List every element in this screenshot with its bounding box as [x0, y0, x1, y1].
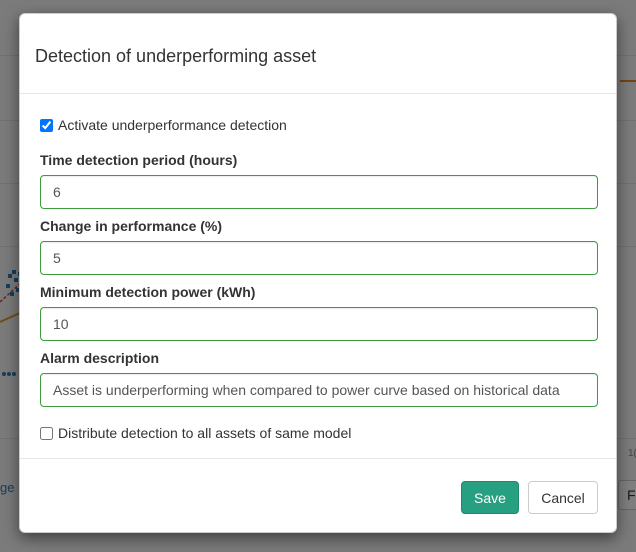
modal-header: Detection of underperforming asset	[20, 14, 616, 94]
activate-detection-checkbox-row[interactable]: Activate underperformance detection	[40, 117, 596, 133]
performance-change-label: Change in performance (%)	[40, 218, 223, 234]
modal-title: Detection of underperforming asset	[35, 46, 317, 66]
activate-detection-label: Activate underperformance detection	[58, 117, 287, 133]
distribute-detection-label: Distribute detection to all assets of sa…	[58, 425, 352, 441]
underperformance-modal: Detection of underperforming asset Activ…	[19, 13, 617, 533]
time-period-label: Time detection period (hours)	[40, 152, 238, 168]
modal-body: Activate underperformance detection Time…	[20, 117, 616, 441]
min-power-input[interactable]	[40, 307, 598, 341]
activate-detection-checkbox[interactable]	[40, 118, 53, 132]
min-power-label: Minimum detection power (kWh)	[40, 284, 256, 300]
alarm-description-label: Alarm description	[40, 350, 160, 366]
save-button[interactable]: Save	[461, 481, 519, 514]
performance-change-input[interactable]	[40, 241, 598, 275]
modal-footer: Save Cancel	[20, 458, 616, 534]
alarm-description-input[interactable]	[40, 373, 598, 407]
distribute-detection-checkbox[interactable]	[40, 426, 53, 440]
cancel-button[interactable]: Cancel	[528, 481, 598, 514]
time-period-input[interactable]	[40, 175, 598, 209]
distribute-detection-checkbox-row[interactable]: Distribute detection to all assets of sa…	[40, 425, 596, 441]
